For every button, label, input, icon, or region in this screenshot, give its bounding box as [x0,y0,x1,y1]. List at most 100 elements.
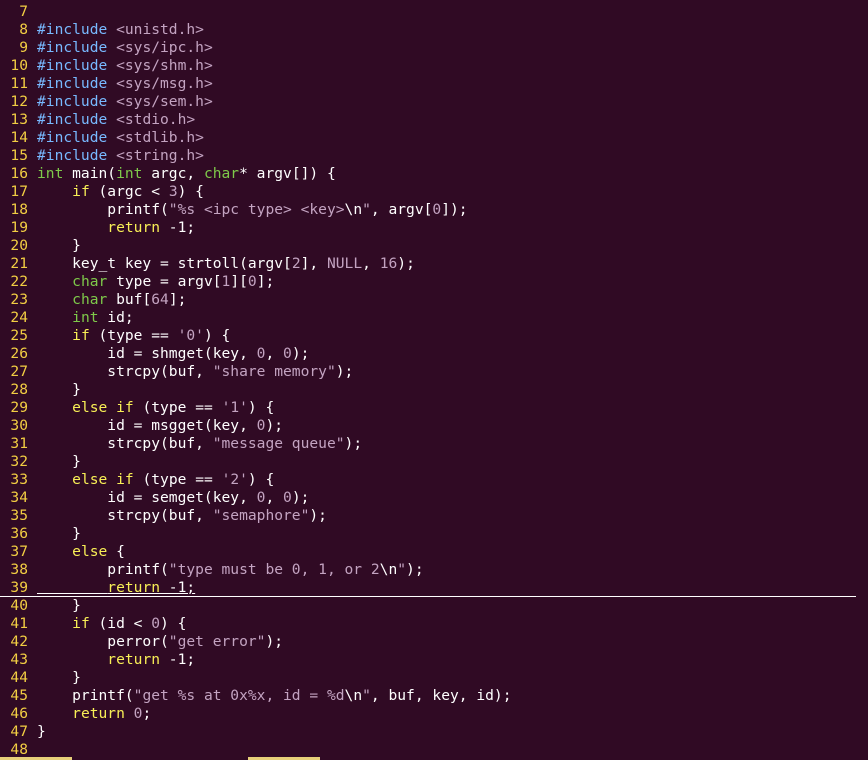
code-line[interactable]: 16 int main(int argc, char* argv[]) { [0,165,868,183]
line-number: 23 [10,291,28,308]
code-text: else { [37,543,125,560]
code-token: "get error" [168,633,266,650]
code-token: <sys/sem.h> [116,93,213,110]
code-line[interactable]: 32 } [0,453,868,471]
code-token: <sys/ipc.h> [116,39,213,56]
code-line[interactable]: 22 char type = argv[1][0]; [0,273,868,291]
code-token: } [37,597,81,614]
code-line[interactable]: 18 printf("%s <ipc type> <key>\n", argv[… [0,201,868,219]
line-number: 14 [10,129,28,146]
code-token: } [37,237,81,254]
code-line[interactable]: 27 strcpy(buf, "share memory"); [0,363,868,381]
code-token: id = semget(key, [37,489,257,506]
code-line[interactable]: 11 #include <sys/msg.h> [0,75,868,93]
code-token: ); [265,417,284,434]
code-token: , [362,255,380,272]
code-token: char [72,291,108,308]
code-text: return -1; [37,651,195,668]
code-token: ); [335,363,354,380]
code-line[interactable]: 42 perror("get error"); [0,633,868,651]
line-number: 31 [10,435,28,452]
code-line[interactable]: 39 return -1; [0,579,868,597]
code-line[interactable]: 10 #include <sys/shm.h> [0,57,868,75]
code-line[interactable]: 20 } [0,237,868,255]
code-line[interactable]: 34 id = semget(key, 0, 0); [0,489,868,507]
code-line[interactable]: 26 id = shmget(key, 0, 0); [0,345,868,363]
code-token: strcpy(buf, [37,507,213,524]
code-text: } [37,723,46,740]
code-line[interactable]: 17 if (argc < 3) { [0,183,868,201]
code-text: } [37,525,81,542]
code-token: else [72,399,108,416]
code-line[interactable]: 45 printf("get %s at 0x%x, id = %d\n", b… [0,687,868,705]
line-number: 8 [19,21,28,38]
code-token: #include [37,111,108,128]
code-line[interactable]: 36 } [0,525,868,543]
code-token: "%s <ipc type> <key> [168,201,345,218]
code-token: <sys/shm.h> [116,57,213,74]
line-number: 16 [10,165,28,182]
code-line[interactable]: 13 #include <stdio.h> [0,111,868,129]
code-token: 0 [283,345,292,362]
code-line[interactable]: 46 return 0; [0,705,868,723]
code-line[interactable]: 25 if (type == '0') { [0,327,868,345]
code-line[interactable]: 12 #include <sys/sem.h> [0,93,868,111]
code-line[interactable]: 14 #include <stdlib.h> [0,129,868,147]
code-token: " [362,201,371,218]
code-line[interactable]: 9 #include <sys/ipc.h> [0,39,868,57]
code-text: id = shmget(key, 0, 0); [37,345,309,362]
code-text: strcpy(buf, "message queue"); [37,435,362,452]
code-text: #include <sys/ipc.h> [37,39,213,56]
code-token: <sys/msg.h> [116,75,213,92]
code-line[interactable]: 29 else if (type == '1') { [0,399,868,417]
code-token: (type == [133,471,222,488]
line-number: 18 [10,201,28,218]
code-line[interactable]: 23 char buf[64]; [0,291,868,309]
code-text: printf("%s <ipc type> <key>\n", argv[0])… [37,201,467,218]
code-token: printf( [37,561,169,578]
line-number: 9 [19,39,28,56]
code-token: } [37,669,81,686]
line-number: 44 [10,669,28,686]
code-line[interactable]: 19 return -1; [0,219,868,237]
code-line[interactable]: 30 id = msgget(key, 0); [0,417,868,435]
code-token: 3 [168,183,178,200]
code-line[interactable]: 15 #include <string.h> [0,147,868,165]
code-token: int [72,309,99,326]
code-text: char buf[64]; [37,291,186,308]
code-line[interactable]: 44 } [0,669,868,687]
code-line[interactable]: 31 strcpy(buf, "message queue"); [0,435,868,453]
code-token: strcpy(buf, [37,435,213,452]
code-token: 2 [291,255,301,272]
code-line[interactable]: 7 [0,3,868,21]
code-token: -1; [160,219,196,236]
code-line[interactable]: 21 key_t key = strtoll(argv[2], NULL, 16… [0,255,868,273]
code-line[interactable]: 40 } [0,597,868,615]
code-token: 64 [151,291,169,308]
code-line[interactable]: 37 else { [0,543,868,561]
code-line[interactable]: 47} [0,723,868,741]
code-token: ) { [177,183,204,200]
code-token: #include [37,21,108,38]
line-number: 10 [10,57,28,74]
code-token: "semaphore" [212,507,310,524]
code-token: 16 [379,255,398,272]
code-line[interactable]: 43 return -1; [0,651,868,669]
code-line[interactable]: 41 if (id < 0) { [0,615,868,633]
line-number: 36 [10,525,28,542]
code-line[interactable]: 8 #include <unistd.h> [0,21,868,39]
code-line[interactable]: 28 } [0,381,868,399]
code-line[interactable]: 35 strcpy(buf, "semaphore"); [0,507,868,525]
code-line[interactable]: 48 [0,741,868,759]
code-token: 0 [432,201,442,218]
code-line[interactable]: 38 printf("type must be 0, 1, or 2\n"); [0,561,868,579]
code-line[interactable]: 24 int id; [0,309,868,327]
code-token: -1; [160,651,196,668]
code-line[interactable]: 33 else if (type == '2') { [0,471,868,489]
line-number: 37 [10,543,28,560]
code-text: strcpy(buf, "share memory"); [37,363,353,380]
vim-editor[interactable]: 7 8 #include <unistd.h> 9 #include <sys/ipc.… [0,3,868,760]
